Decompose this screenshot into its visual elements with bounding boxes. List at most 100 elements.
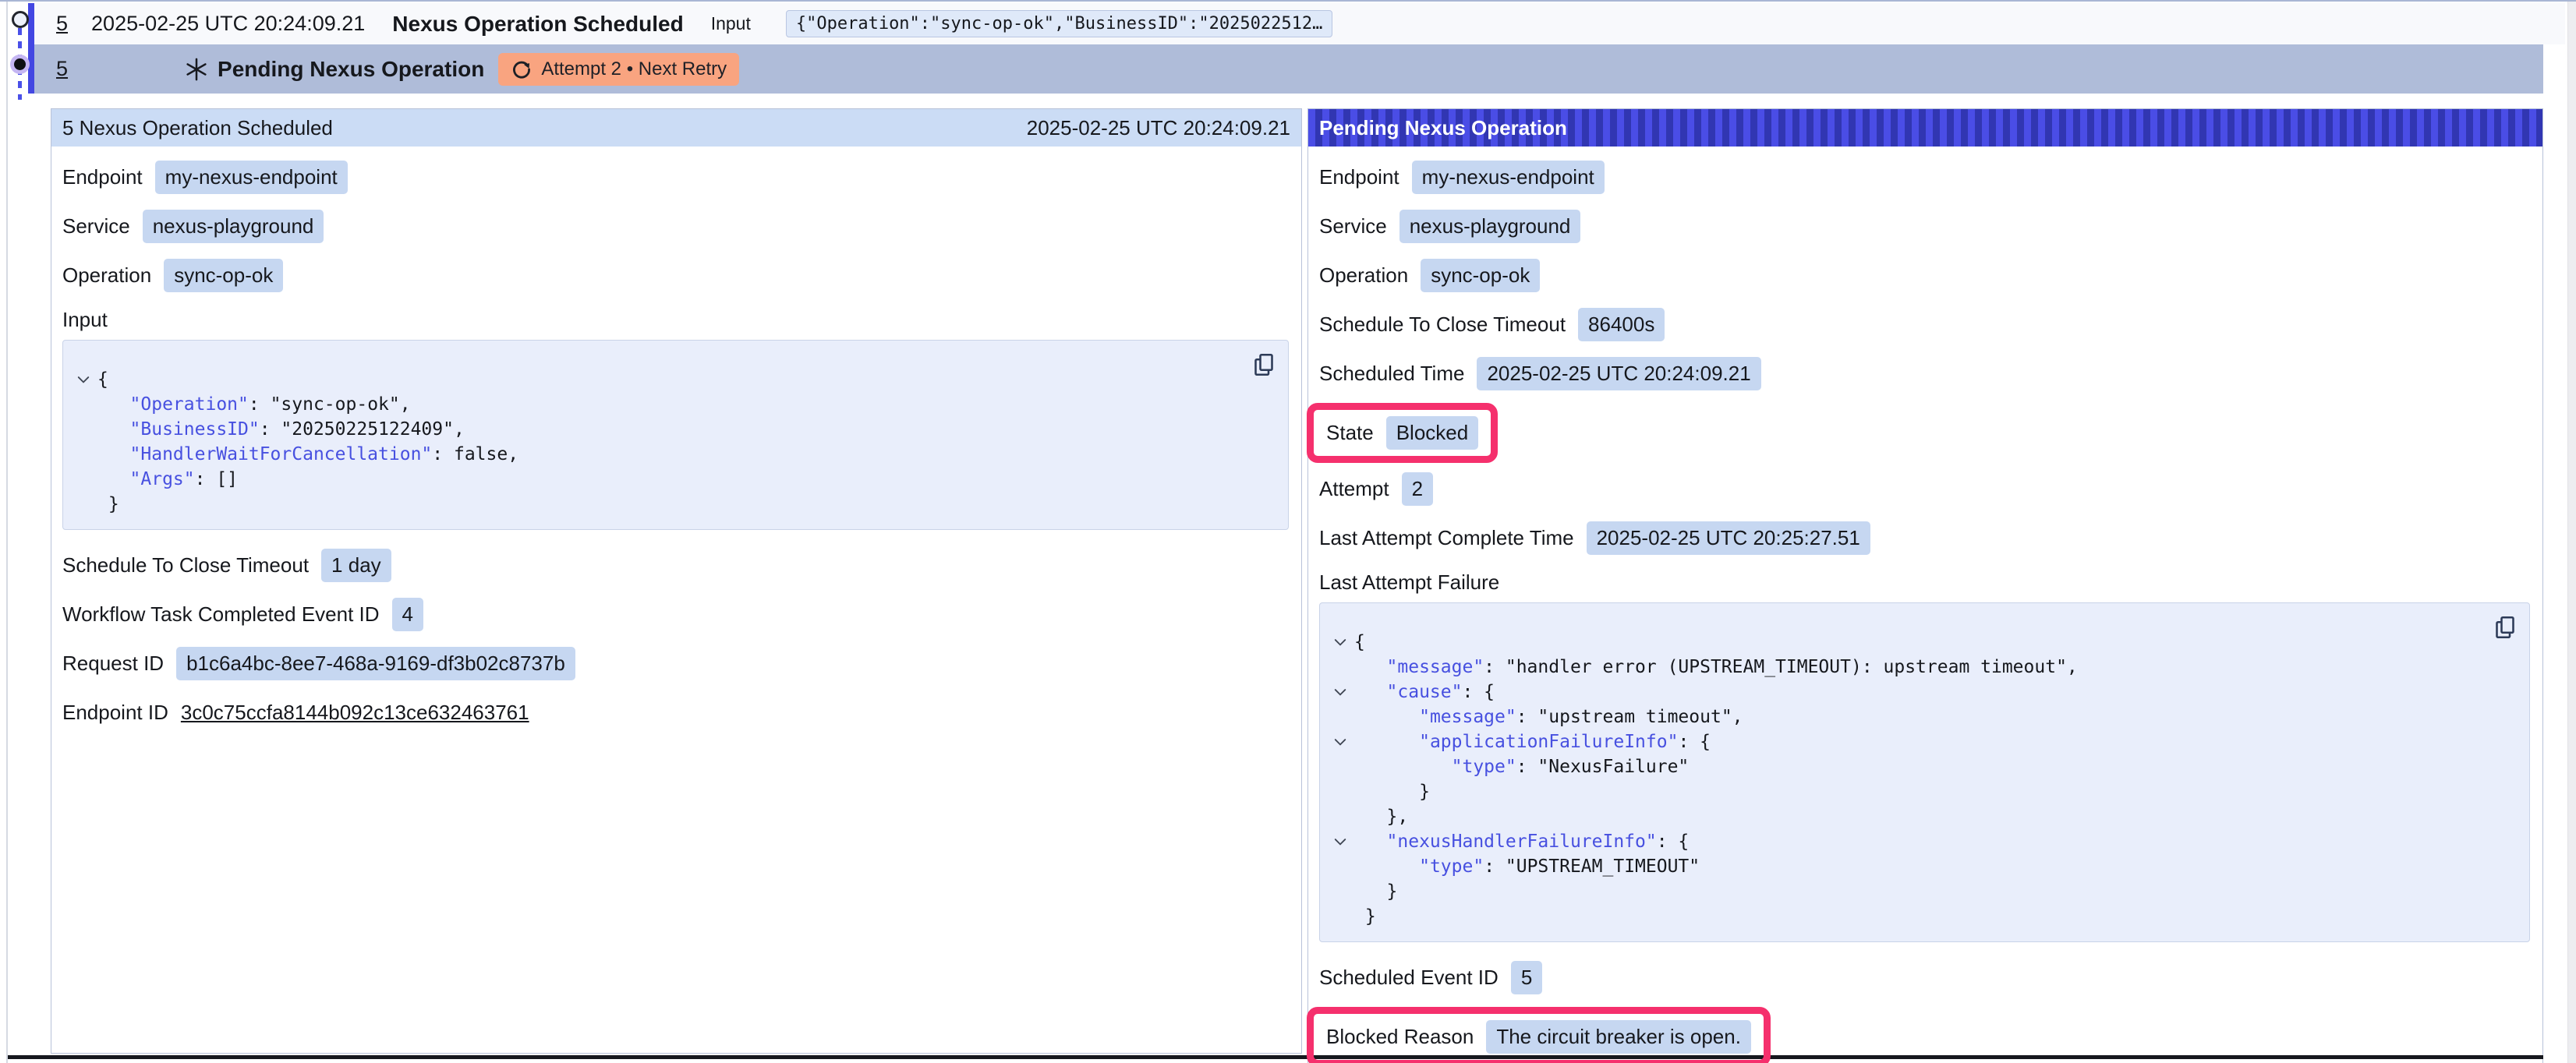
blocked-reason-annotation-box: Blocked Reason The circuit breaker is op… bbox=[1307, 1007, 1771, 1063]
json-line: } bbox=[1326, 879, 2482, 904]
event-detail-time: 2025-02-25 UTC 20:24:09.21 bbox=[1027, 116, 1290, 140]
field-value-chip: my-nexus-endpoint bbox=[155, 161, 348, 194]
pending-operation-header: Pending Nexus Operation bbox=[1308, 109, 2542, 147]
failure-section-label: Last Attempt Failure bbox=[1319, 570, 2532, 595]
field-row-endpoint: Endpoint my-nexus-endpoint bbox=[1319, 161, 2532, 194]
json-line: { bbox=[1326, 630, 2482, 655]
field-row-state: State Blocked bbox=[1319, 403, 2532, 463]
retry-icon bbox=[511, 58, 533, 80]
field-row-workflow-task-completed-event-id: Workflow Task Completed Event ID 4 bbox=[62, 598, 1290, 631]
field-label: Endpoint bbox=[62, 165, 143, 189]
field-label: Schedule To Close Timeout bbox=[1319, 313, 1566, 337]
field-row-request-id: Request ID b1c6a4bc-8ee7-468a-9169-df3b0… bbox=[62, 647, 1290, 680]
field-row-attempt: Attempt 2 bbox=[1319, 472, 2532, 506]
json-line: "type": "UPSTREAM_TIMEOUT" bbox=[1326, 854, 2482, 879]
copy-icon[interactable] bbox=[1252, 351, 1276, 378]
field-value-chip: b1c6a4bc-8ee7-468a-9169-df3b02c8737b bbox=[176, 647, 575, 680]
field-value-chip: 2025-02-25 UTC 20:25:27.51 bbox=[1587, 521, 1870, 555]
collapse-gutter bbox=[69, 417, 97, 442]
collapse-gutter[interactable] bbox=[1326, 630, 1354, 655]
field-label: Blocked Reason bbox=[1326, 1025, 1474, 1049]
field-label: Attempt bbox=[1319, 477, 1389, 501]
retry-badge: Attempt 2 • Next Retry bbox=[498, 53, 739, 86]
json-line: "applicationFailureInfo": { bbox=[1326, 729, 2482, 754]
collapse-chevron-icon bbox=[1334, 838, 1346, 846]
collapse-gutter bbox=[1326, 904, 1354, 929]
event-detail-card: 5 Nexus Operation Scheduled 2025-02-25 U… bbox=[51, 108, 1302, 1054]
field-label: Endpoint bbox=[1319, 165, 1399, 189]
pending-operation-header-title: Pending Nexus Operation bbox=[1319, 116, 1567, 140]
event-detail-title: 5 Nexus Operation Scheduled bbox=[62, 116, 333, 140]
json-line: } bbox=[69, 492, 1241, 517]
collapse-chevron-icon bbox=[77, 376, 90, 384]
field-row-endpoint: Endpoint my-nexus-endpoint bbox=[62, 161, 1290, 194]
json-line: }, bbox=[1326, 804, 2482, 829]
field-label: Operation bbox=[1319, 263, 1408, 288]
field-value-chip: sync-op-ok bbox=[164, 259, 283, 292]
json-line: "Operation": "sync-op-ok", bbox=[69, 392, 1241, 417]
event-name: Nexus Operation Scheduled bbox=[392, 12, 683, 37]
panel-left-border bbox=[6, 2, 8, 1063]
field-row-service: Service nexus-playground bbox=[1319, 210, 2532, 243]
event-row-nexus-operation-scheduled[interactable]: 5 2025-02-25 UTC 20:24:09.21 Nexus Opera… bbox=[34, 3, 2565, 44]
vertical-scrollbar[interactable] bbox=[2567, 2, 2576, 1063]
collapse-chevron-icon bbox=[1334, 638, 1346, 647]
json-line: "HandlerWaitForCancellation": false, bbox=[69, 442, 1241, 467]
collapse-gutter bbox=[69, 392, 97, 417]
field-row-endpoint-id: Endpoint ID 3c0c75ccfa8144b092c13ce63246… bbox=[62, 696, 1290, 729]
pending-operation-title: Pending Nexus Operation bbox=[218, 57, 484, 82]
field-value-chip: 4 bbox=[392, 598, 423, 631]
input-section-label: Input bbox=[62, 308, 1290, 332]
json-line: "BusinessID": "20250225122409", bbox=[69, 417, 1241, 442]
pending-nexus-operation-row[interactable]: 5 Pending Nexus Operation Attempt 2 • Ne… bbox=[34, 44, 2543, 94]
collapse-gutter bbox=[69, 467, 97, 492]
field-row-scheduled-time: Scheduled Time 2025-02-25 UTC 20:24:09.2… bbox=[1319, 357, 2532, 390]
collapse-gutter bbox=[1326, 705, 1354, 729]
field-row-operation: Operation sync-op-ok bbox=[1319, 259, 2532, 292]
state-value-chip: Blocked bbox=[1386, 416, 1479, 450]
collapse-gutter bbox=[69, 492, 97, 517]
collapse-gutter[interactable] bbox=[69, 367, 97, 392]
field-label: Schedule To Close Timeout bbox=[62, 553, 309, 577]
collapse-gutter bbox=[1326, 854, 1354, 879]
field-row-last-attempt-complete-time: Last Attempt Complete Time 2025-02-25 UT… bbox=[1319, 521, 2532, 555]
field-row-schedule-to-close-timeout: Schedule To Close Timeout 86400s bbox=[1319, 308, 2532, 341]
field-label: State bbox=[1326, 421, 1374, 445]
collapse-gutter bbox=[1326, 804, 1354, 829]
field-value-chip: sync-op-ok bbox=[1421, 259, 1540, 292]
timeline-filled-dot-icon bbox=[14, 58, 26, 70]
state-annotation-box: State Blocked bbox=[1307, 403, 1498, 463]
input-label: Input bbox=[711, 13, 751, 34]
json-line: } bbox=[1326, 904, 2482, 929]
field-label: Last Attempt Complete Time bbox=[1319, 526, 1574, 550]
copy-icon[interactable] bbox=[2493, 614, 2517, 641]
event-detail-header: 5 Nexus Operation Scheduled 2025-02-25 U… bbox=[51, 109, 1301, 147]
field-value-chip: nexus-playground bbox=[1399, 210, 1581, 243]
collapse-gutter bbox=[1326, 655, 1354, 680]
field-label: Service bbox=[62, 214, 130, 238]
selected-event-indicator-bar bbox=[28, 3, 34, 94]
field-value-chip: 2 bbox=[1402, 472, 1433, 506]
field-value-chip: 5 bbox=[1511, 961, 1542, 994]
field-row-scheduled-event-id: Scheduled Event ID 5 bbox=[1319, 961, 2532, 994]
collapse-gutter[interactable] bbox=[1326, 829, 1354, 854]
event-id-link[interactable]: 5 bbox=[56, 12, 68, 36]
collapse-gutter[interactable] bbox=[1326, 680, 1354, 705]
json-line: "nexusHandlerFailureInfo": { bbox=[1326, 829, 2482, 854]
field-value-chip: 1 day bbox=[321, 549, 391, 582]
nexus-asterisk-icon bbox=[185, 58, 208, 81]
collapse-gutter[interactable] bbox=[1326, 729, 1354, 754]
input-json-block: { "Operation": "sync-op-ok", "BusinessID… bbox=[62, 340, 1289, 530]
retry-badge-label: Attempt 2 • Next Retry bbox=[541, 58, 727, 80]
failure-json-block: { "message": "handler error (UPSTREAM_TI… bbox=[1319, 602, 2530, 942]
field-label: Service bbox=[1319, 214, 1387, 238]
field-value-chip: 2025-02-25 UTC 20:24:09.21 bbox=[1477, 357, 1760, 390]
json-line: "cause": { bbox=[1326, 680, 2482, 705]
collapse-gutter bbox=[1326, 754, 1354, 779]
field-label: Workflow Task Completed Event ID bbox=[62, 602, 380, 627]
blocked-reason-value-chip: The circuit breaker is open. bbox=[1486, 1020, 1751, 1054]
input-preview-chip[interactable]: {"Operation":"sync-op-ok","BusinessID":"… bbox=[786, 10, 1333, 37]
endpoint-id-link[interactable]: 3c0c75ccfa8144b092c13ce632463761 bbox=[181, 701, 529, 725]
pending-event-id-link[interactable]: 5 bbox=[56, 57, 68, 81]
field-value-chip: my-nexus-endpoint bbox=[1412, 161, 1605, 194]
